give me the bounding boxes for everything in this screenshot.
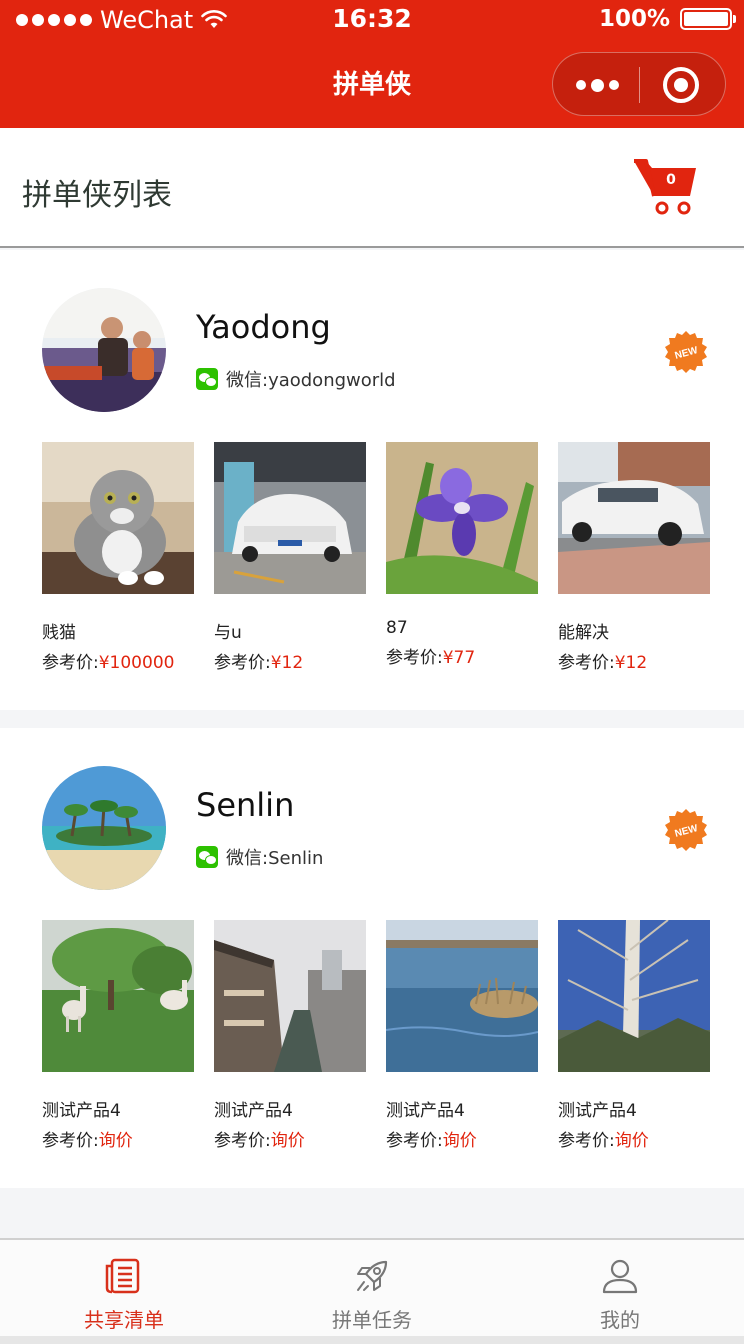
product-row: 测试产品4 参考价:询价 测试产品4 参考价:询价 测试产品4 参考价:询价 测… (42, 920, 710, 1151)
product-item[interactable]: 贱猫 参考价:¥100000 (42, 442, 194, 673)
tab-bar: 共享清单 拼单任务 我的 (0, 1238, 744, 1336)
price-value: ¥77 (442, 648, 476, 668)
product-price: 参考价:询价 (214, 1126, 366, 1151)
price-value: 询价 (98, 1131, 133, 1151)
wechat-icon (196, 368, 218, 390)
product-price: 参考价:¥12 (558, 648, 710, 673)
close-target-icon[interactable] (663, 67, 699, 103)
product-image (214, 920, 366, 1072)
tab-shared-list[interactable]: 共享清单 (0, 1240, 248, 1338)
new-badge-icon: NEW (665, 809, 707, 851)
more-options-icon[interactable] (573, 53, 621, 117)
product-image (386, 920, 538, 1072)
price-value: ¥12 (270, 653, 304, 673)
mini-program-capsule (552, 52, 726, 116)
price-label: 参考价: (558, 653, 615, 673)
price-label: 参考价: (386, 648, 443, 668)
product-item[interactable]: 87 参考价:¥77 (386, 442, 538, 668)
tab-group-tasks[interactable]: 拼单任务 (248, 1240, 496, 1338)
product-item[interactable]: 与u 参考价:¥12 (214, 442, 366, 673)
seller-card[interactable]: Yaodong 微信:yaodongworld NEW 贱猫 参考价:¥1000… (0, 250, 744, 710)
cart-button[interactable]: 0 (632, 158, 698, 216)
product-image (42, 442, 194, 594)
price-label: 参考价: (214, 653, 271, 673)
price-label: 参考价: (558, 1131, 615, 1151)
product-price: 参考价:¥100000 (42, 648, 194, 673)
product-item[interactable]: 测试产品4 参考价:询价 (42, 920, 194, 1151)
seller-wechat: 微信:yaodongworld (196, 366, 396, 392)
tab-mine[interactable]: 我的 (496, 1240, 744, 1338)
tab-label: 拼单任务 (332, 1308, 412, 1332)
app-root: WeChat 16:32 100% 拼单侠 拼单侠列表 0 Yaodong 微信… (0, 0, 744, 1344)
battery-info: 100% (598, 6, 736, 32)
battery-icon (680, 8, 736, 30)
wechat-icon (196, 846, 218, 868)
seller-name: Yaodong (196, 308, 331, 346)
product-name: 测试产品4 (558, 1101, 637, 1121)
product-price: 参考价:询价 (42, 1126, 194, 1151)
product-price: 参考价:¥77 (386, 643, 538, 668)
product-item[interactable]: 测试产品4 参考价:询价 (386, 920, 538, 1151)
top-bar: WeChat 16:32 100% 拼单侠 (0, 0, 744, 128)
price-value: ¥12 (614, 653, 648, 673)
list-icon (105, 1258, 140, 1294)
status-bar: WeChat 16:32 100% (0, 0, 744, 40)
price-label: 参考价: (214, 1131, 271, 1151)
price-value: 询价 (442, 1131, 477, 1151)
product-image (386, 442, 538, 594)
product-item[interactable]: 测试产品4 参考价:询价 (214, 920, 366, 1151)
price-value: 询价 (614, 1131, 649, 1151)
seller-wechat: 微信:Senlin (196, 844, 323, 870)
product-name: 能解决 (558, 623, 609, 643)
product-name: 87 (386, 618, 408, 638)
price-label: 参考价: (42, 1131, 99, 1151)
wechat-id: 微信:yaodongworld (226, 370, 396, 391)
product-image (558, 920, 710, 1072)
product-image (214, 442, 366, 594)
product-image (42, 920, 194, 1072)
new-badge-icon: NEW (665, 331, 707, 373)
product-row: 贱猫 参考价:¥100000 与u 参考价:¥12 87 参考价:¥77 能解决… (42, 442, 710, 673)
tab-label: 我的 (600, 1308, 640, 1332)
product-name: 贱猫 (42, 623, 76, 643)
price-label: 参考价: (42, 653, 99, 673)
product-name: 测试产品4 (42, 1101, 121, 1121)
price-label: 参考价: (386, 1131, 443, 1151)
user-icon (602, 1259, 638, 1294)
product-price: 参考价:询价 (386, 1126, 538, 1151)
product-price: 参考价:¥12 (214, 648, 366, 673)
rocket-icon (357, 1260, 388, 1291)
seller-avatar (42, 766, 166, 890)
battery-percent: 100% (598, 6, 670, 32)
tab-label: 共享清单 (84, 1308, 164, 1332)
seller-card[interactable]: Senlin 微信:Senlin NEW 测试产品4 参考价:询价 测试产品4 … (0, 728, 744, 1188)
cart-count: 0 (666, 172, 676, 188)
page-title: 拼单侠列表 (22, 178, 172, 213)
product-name: 测试产品4 (386, 1101, 465, 1121)
product-name: 测试产品4 (214, 1101, 293, 1121)
product-image (558, 442, 710, 594)
wechat-id: 微信:Senlin (226, 848, 324, 869)
product-price: 参考价:询价 (558, 1126, 710, 1151)
seller-name: Senlin (196, 786, 295, 824)
price-value: ¥100000 (98, 653, 175, 673)
product-name: 与u (214, 623, 242, 643)
home-indicator-strip (0, 1336, 744, 1344)
capsule-divider (639, 67, 640, 103)
product-item[interactable]: 能解决 参考价:¥12 (558, 442, 710, 673)
seller-avatar (42, 288, 166, 412)
page-header: 拼单侠列表 0 (0, 128, 744, 248)
product-item[interactable]: 测试产品4 参考价:询价 (558, 920, 710, 1151)
price-value: 询价 (270, 1131, 305, 1151)
